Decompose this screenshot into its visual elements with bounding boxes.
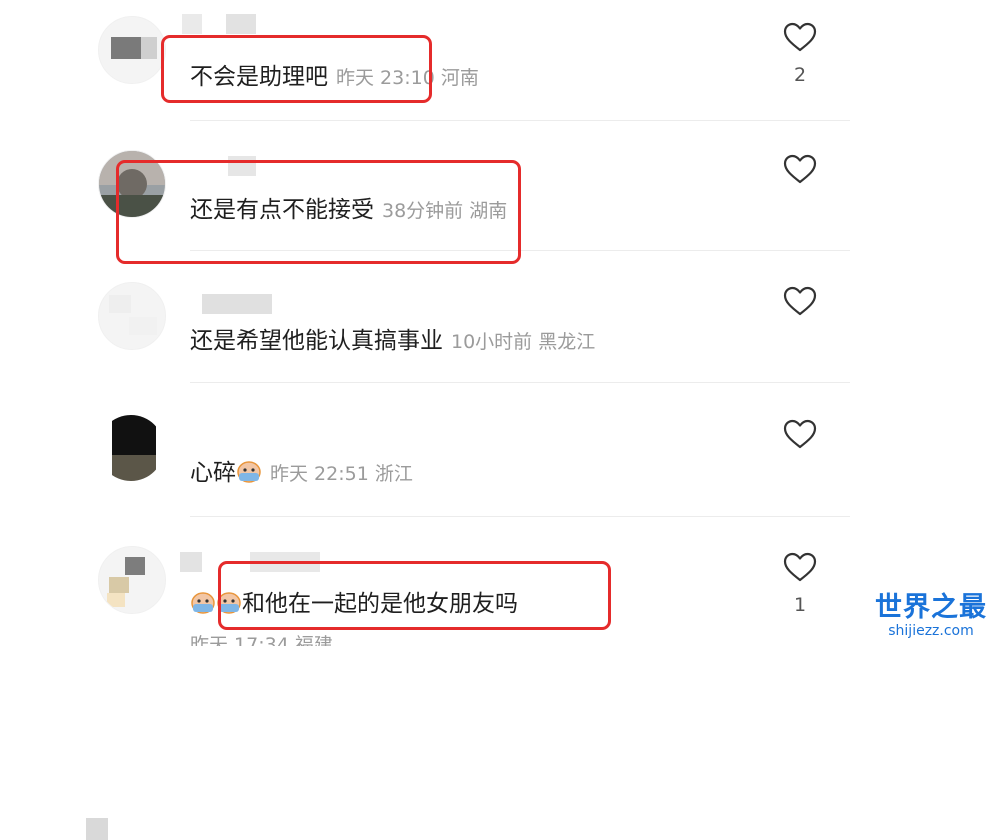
avatar-mosaic-block [86, 818, 108, 840]
like-button[interactable]: 2 [780, 22, 820, 86]
heart-outline-icon [783, 286, 817, 316]
crying-face-icon [191, 592, 215, 614]
like-button[interactable] [780, 286, 820, 328]
like-count: 2 [793, 64, 807, 86]
avatar[interactable] [98, 546, 166, 614]
comment-text: 心碎 [190, 460, 236, 486]
avatar[interactable] [98, 282, 166, 350]
comment-meta: 昨天 17:34 福建 [190, 634, 333, 646]
username-blurred[interactable] [182, 294, 282, 314]
username-blurred[interactable] [188, 801, 488, 825]
like-button[interactable]: 1 [780, 552, 820, 616]
comment-meta: 昨天 22:51 浙江 [270, 463, 413, 485]
comment-content: 心碎 昨天 22:51 浙江 [190, 458, 413, 489]
avatar[interactable] [98, 16, 166, 84]
heart-outline-icon [783, 552, 817, 582]
like-button[interactable] [780, 154, 820, 196]
highlight-box [116, 160, 521, 264]
watermark: 世界之最 shijiezz.com [872, 592, 990, 640]
comment-list: 不会是助理吧 昨天 23:10 河南 2 还是有点不能接受 38分钟前 湖南 还… [0, 0, 1000, 840]
avatar[interactable] [98, 415, 164, 481]
highlight-box [161, 35, 432, 103]
comment-content: 还是希望他能认真搞事业 10小时前 黑龙江 [190, 326, 595, 357]
crying-face-icon [237, 461, 261, 483]
username-blurred[interactable] [182, 14, 272, 34]
watermark-url: shijiezz.com [888, 623, 974, 639]
comment-item[interactable]: 心碎 昨天 22:51 浙江 [0, 383, 1000, 840]
comment-item[interactable]: 不会是助理吧 昨天 23:10 河南 2 [0, 0, 1000, 132]
divider [190, 120, 850, 121]
highlight-box [218, 561, 611, 630]
like-button[interactable] [780, 419, 820, 461]
comment-text: 还是希望他能认真搞事业 [190, 328, 443, 354]
heart-outline-icon [783, 22, 817, 52]
comment-meta: 10小时前 黑龙江 [451, 331, 596, 353]
heart-outline-icon [783, 154, 817, 184]
watermark-title: 世界之最 [875, 592, 987, 623]
comment-item[interactable]: 还是希望他能认真搞事业 10小时前 黑龙江 [0, 250, 1000, 383]
comment-meta-line: 昨天 17:34 福建 [190, 630, 333, 646]
like-count: 1 [793, 594, 807, 616]
heart-outline-icon [783, 419, 817, 449]
